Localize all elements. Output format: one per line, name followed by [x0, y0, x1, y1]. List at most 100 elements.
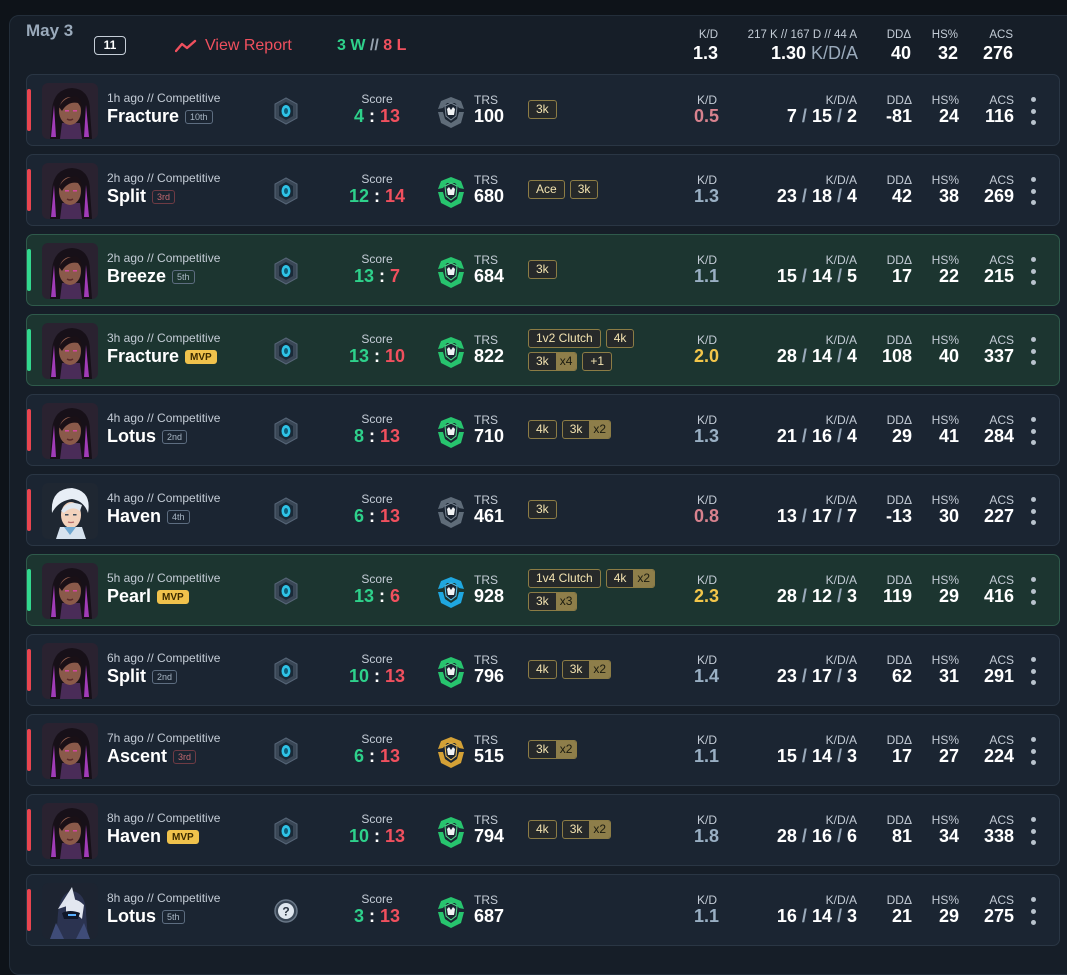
hs-label: HS% — [931, 573, 959, 587]
kda-label: K/D/A — [825, 253, 857, 267]
summary-hs-value: 32 — [937, 43, 958, 63]
acs-value: 116 — [984, 106, 1014, 126]
result-indicator-bar — [27, 569, 31, 611]
highlight-badge-label: 4k — [536, 422, 549, 436]
placement-badge: 5th — [162, 909, 185, 924]
match-row-7[interactable]: 5h ago // Competitive Pearl MVP Score 13 … — [26, 554, 1060, 626]
kda-value: 15 / 14 / 5 — [776, 266, 857, 286]
match-score: 4 : 13 — [327, 106, 427, 127]
assists: 6 — [846, 826, 857, 846]
reyna-agent-portrait — [42, 403, 98, 459]
kd-value: 0.5 — [693, 106, 719, 126]
score-enemy: 13 — [380, 106, 401, 126]
hs-value: 27 — [938, 746, 959, 766]
highlight-badge-label: 3k — [536, 594, 549, 608]
rank-green-icon — [435, 255, 467, 289]
trs-label: TRS — [474, 493, 498, 507]
kda-value: 13 / 17 / 7 — [776, 506, 857, 526]
reyna-agent-portrait — [42, 83, 98, 139]
match-row-1[interactable]: 1h ago // Competitive Fracture 10th Score… — [26, 74, 1060, 146]
trs-value: 515 — [474, 746, 505, 766]
acs-value: 337 — [983, 346, 1014, 366]
more-options-icon[interactable] — [1027, 577, 1039, 605]
acs-value: 215 — [983, 266, 1014, 286]
match-row-3[interactable]: 2h ago // Competitive Breeze 5th Score 13… — [26, 234, 1060, 306]
trs-value: 710 — [474, 426, 505, 446]
trs-label: TRS — [474, 573, 498, 587]
highlight-badge: 4k — [528, 420, 557, 439]
hs-label: HS% — [931, 733, 959, 747]
highlight-badge: Ace — [528, 180, 565, 199]
rank-gray-icon — [435, 495, 467, 529]
view-report-link[interactable]: View Report — [175, 36, 292, 56]
match-row-10[interactable]: 8h ago // Competitive Haven MVP Score 10 … — [26, 794, 1060, 866]
match-row-9[interactable]: 7h ago // Competitive Ascent 3rd Score 6 … — [26, 714, 1060, 786]
hs-label: HS% — [931, 893, 959, 907]
more-options-icon[interactable] — [1027, 257, 1039, 285]
trs-value: 822 — [474, 346, 505, 366]
map-name: Fracture — [107, 106, 180, 126]
acs-value: 224 — [983, 746, 1014, 766]
acs-label: ACS — [989, 573, 1014, 587]
highlight-badge-multiplier: x4 — [555, 353, 577, 370]
kd-value: 2.0 — [693, 346, 719, 366]
highlight-badge-multiplier: x2 — [589, 421, 611, 438]
more-options-icon[interactable] — [1027, 177, 1039, 205]
kd-value: 2.3 — [693, 586, 719, 606]
day-date: May 3 — [26, 21, 74, 40]
dd-value: 21 — [891, 906, 912, 926]
match-time-mode: 3h ago // Competitive — [107, 331, 221, 345]
highlight-badge-label: 4k — [613, 571, 627, 585]
competitive-mode-icon — [272, 657, 300, 685]
dd-label: DDΔ — [886, 333, 912, 347]
match-row-6[interactable]: 4h ago // Competitive Haven 4th Score 6 :… — [26, 474, 1060, 546]
score-label: Score — [361, 732, 393, 746]
result-indicator-bar — [27, 489, 31, 531]
score-separator: : — [368, 906, 375, 926]
match-row-5[interactable]: 4h ago // Competitive Lotus 2nd Score 8 :… — [26, 394, 1060, 466]
map-name-line: Fracture 10th — [107, 106, 213, 127]
deaths: 14 — [811, 906, 832, 926]
more-options-icon[interactable] — [1027, 97, 1039, 125]
summary-dd-label: DDΔ — [886, 29, 911, 41]
score-enemy: 6 — [390, 586, 401, 606]
highlight-badge: 4k — [528, 820, 557, 839]
map-name-line: Split 2nd — [107, 666, 178, 687]
highlight-badge-label: 3k — [569, 662, 583, 676]
dd-value: 108 — [881, 346, 912, 366]
highlight-badges: 4k 3k x2 — [528, 660, 673, 679]
more-options-icon[interactable] — [1027, 657, 1039, 685]
rank-gold-icon — [435, 735, 467, 769]
highlight-badge: 3k — [528, 260, 557, 279]
match-row-2[interactable]: 2h ago // Competitive Split 3rd Score 12 … — [26, 154, 1060, 226]
kills: 28 — [776, 586, 797, 606]
map-name-line: Ascent 3rd — [107, 746, 197, 767]
kda-label: K/D/A — [825, 493, 857, 507]
more-options-icon[interactable] — [1027, 817, 1039, 845]
kills: 28 — [776, 826, 797, 846]
trs-value: 928 — [474, 586, 505, 606]
more-options-icon[interactable] — [1027, 417, 1039, 445]
match-score: 13 : 6 — [327, 586, 427, 607]
more-options-icon[interactable] — [1027, 737, 1039, 765]
match-row-4[interactable]: 3h ago // Competitive Fracture MVP Score … — [26, 314, 1060, 386]
kd-label: K/D — [696, 333, 717, 347]
score-enemy: 13 — [380, 506, 401, 526]
acs-value: 284 — [983, 426, 1014, 446]
assists: 5 — [846, 266, 857, 286]
dd-value: 17 — [891, 746, 912, 766]
match-row-8[interactable]: 6h ago // Competitive Split 2nd Score 10 … — [26, 634, 1060, 706]
match-score: 13 : 10 — [327, 346, 427, 367]
kd-value: 1.3 — [693, 426, 719, 446]
reyna-agent-portrait — [42, 243, 98, 299]
more-options-icon[interactable] — [1027, 337, 1039, 365]
trs-value: 100 — [474, 106, 505, 126]
more-options-icon[interactable] — [1027, 497, 1039, 525]
assists: 4 — [846, 346, 857, 366]
match-row-11[interactable]: 8h ago // Competitive Lotus 5th ? Score 3… — [26, 874, 1060, 946]
competitive-mode-icon — [272, 257, 300, 285]
highlight-badge-multiplier: x3 — [555, 593, 577, 610]
kills: 15 — [776, 746, 797, 766]
score-team: 3 — [353, 906, 364, 926]
more-options-icon[interactable] — [1027, 897, 1039, 925]
